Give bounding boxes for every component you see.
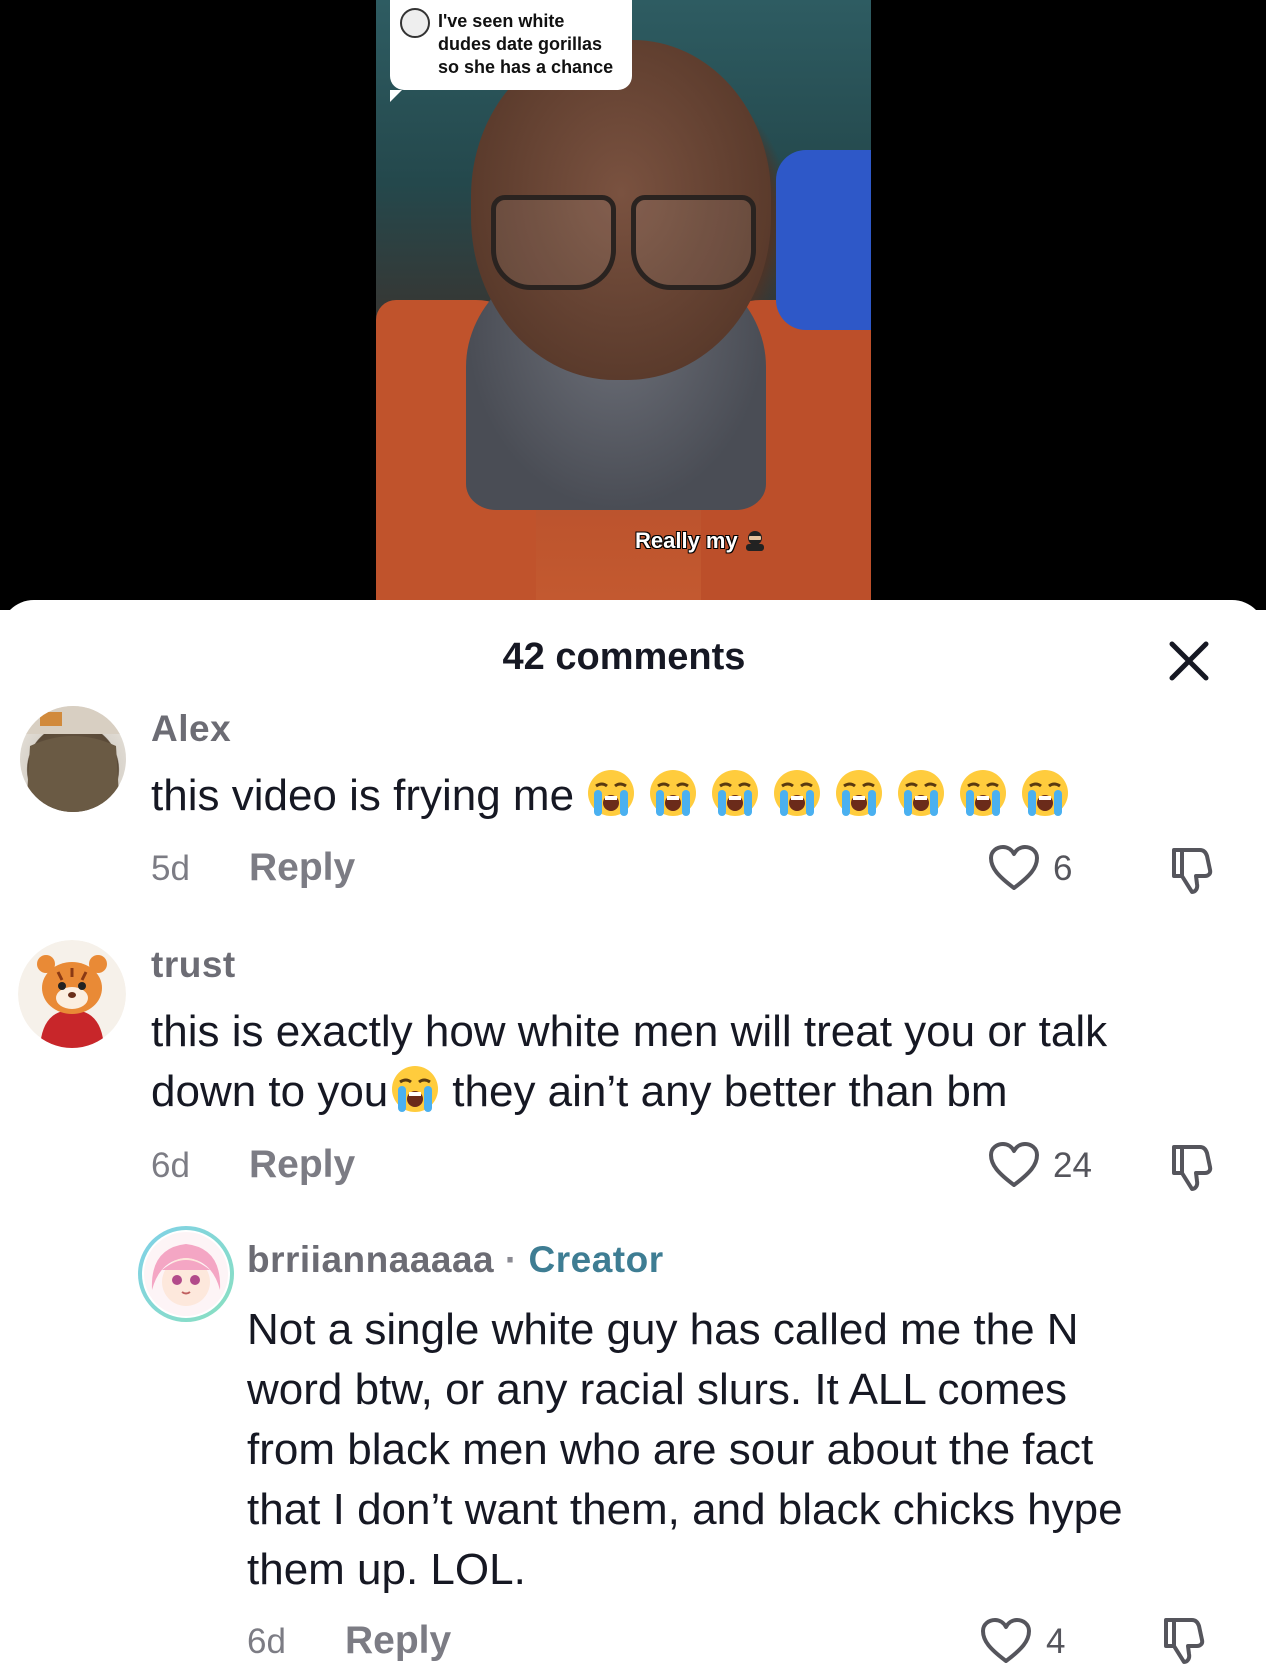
emoji-row bbox=[574, 770, 1070, 820]
loudly-crying-face-icon bbox=[898, 770, 945, 816]
reply-sticker-text: I've seen white dudes date gorillas so s… bbox=[438, 11, 614, 77]
avatar-trust[interactable] bbox=[18, 940, 126, 1048]
separator-dot: · bbox=[504, 1239, 518, 1280]
loudly-crying-face-icon bbox=[392, 1066, 439, 1112]
comment-timestamp: 6d bbox=[247, 1622, 286, 1661]
comment-text-line: Not a single white guy has called me the… bbox=[247, 1305, 1079, 1354]
comments-count-title: 42 comments bbox=[502, 636, 746, 678]
reply-button[interactable]: Reply bbox=[345, 1619, 451, 1663]
like-count: 24 bbox=[1053, 1146, 1092, 1185]
comment-text-line: down to you they ain’t any better than bm bbox=[151, 1062, 1211, 1122]
creator-username-line: brriiannaaaaa · Creator bbox=[247, 1239, 664, 1281]
comment-text: this is exactly how white men will treat… bbox=[151, 1002, 1211, 1122]
like-button[interactable] bbox=[980, 1617, 1032, 1665]
comment-text-line: them up. LOL. bbox=[247, 1545, 526, 1594]
like-button[interactable] bbox=[988, 1141, 1040, 1189]
thumbs-down-icon bbox=[1172, 1145, 1213, 1191]
avatar-alex[interactable] bbox=[20, 706, 126, 812]
loudly-crying-face-icon bbox=[712, 770, 759, 816]
video-caption: Really my bbox=[635, 528, 766, 554]
thumbs-down-icon bbox=[1164, 1618, 1205, 1664]
video-caption-text: Really my bbox=[635, 528, 738, 553]
reply-sticker-tail bbox=[390, 90, 402, 102]
dislike-button[interactable] bbox=[1166, 1141, 1218, 1193]
loudly-crying-face-icon bbox=[1022, 770, 1069, 816]
video-frame[interactable] bbox=[376, 0, 871, 610]
loudly-crying-face-icon bbox=[960, 770, 1007, 816]
comment-text-line: that I don’t want them, and black chicks… bbox=[247, 1485, 1123, 1534]
video-glasses bbox=[491, 195, 756, 290]
comment-timestamp: 5d bbox=[151, 849, 190, 888]
reply-button[interactable]: Reply bbox=[249, 1143, 355, 1187]
comment-username[interactable]: brriiannaaaaa bbox=[247, 1239, 494, 1280]
comment-text: Not a single white guy has called me the… bbox=[247, 1300, 1237, 1600]
tiger-cartoon-icon bbox=[18, 940, 126, 1048]
comment-timestamp: 6d bbox=[151, 1146, 190, 1185]
video-player[interactable]: I've seen white dudes date gorillas so s… bbox=[0, 0, 1266, 610]
anime-avatar-icon bbox=[142, 1230, 230, 1318]
heart-icon bbox=[981, 1618, 1031, 1663]
close-button[interactable] bbox=[1166, 638, 1212, 684]
dislike-button[interactable] bbox=[1158, 1614, 1210, 1666]
ninja-emoji-icon bbox=[745, 531, 764, 551]
comment-text: this video is frying me bbox=[151, 766, 1070, 826]
comment-text-fragment: down to you bbox=[151, 1067, 389, 1116]
comment-text-body: this video is frying me bbox=[151, 771, 575, 820]
reply-button[interactable]: Reply bbox=[249, 846, 355, 890]
jacket-photo-icon bbox=[20, 706, 126, 812]
like-button[interactable] bbox=[988, 844, 1040, 892]
heart-icon bbox=[989, 845, 1039, 890]
comment-username[interactable]: Alex bbox=[151, 708, 231, 750]
reply-to-comment-sticker[interactable]: I've seen white dudes date gorillas so s… bbox=[390, 0, 632, 102]
comment-text-line: from black men who are sour about the fa… bbox=[247, 1425, 1094, 1474]
loudly-crying-face-icon bbox=[588, 770, 635, 816]
loudly-crying-face-icon bbox=[836, 770, 883, 816]
reply-commenter-avatar bbox=[400, 8, 430, 38]
loudly-crying-face-icon bbox=[774, 770, 821, 816]
avatar-creator[interactable] bbox=[138, 1226, 234, 1322]
heart-icon bbox=[989, 1142, 1039, 1187]
comment-text-line: word btw, or any racial slurs. It ALL co… bbox=[247, 1365, 1068, 1414]
comment-text-line: this is exactly how white men will treat… bbox=[151, 1007, 1108, 1056]
creator-badge: Creator bbox=[528, 1239, 664, 1280]
like-count: 6 bbox=[1053, 849, 1073, 888]
video-background-person bbox=[776, 150, 871, 330]
comment-username[interactable]: trust bbox=[151, 944, 236, 986]
close-icon bbox=[1169, 641, 1209, 681]
dislike-button[interactable] bbox=[1166, 844, 1218, 896]
comment-text-fragment: they ain’t any better than bm bbox=[452, 1067, 1008, 1116]
loudly-crying-face-icon bbox=[650, 770, 697, 816]
like-count: 4 bbox=[1046, 1622, 1066, 1661]
thumbs-down-icon bbox=[1172, 848, 1213, 894]
